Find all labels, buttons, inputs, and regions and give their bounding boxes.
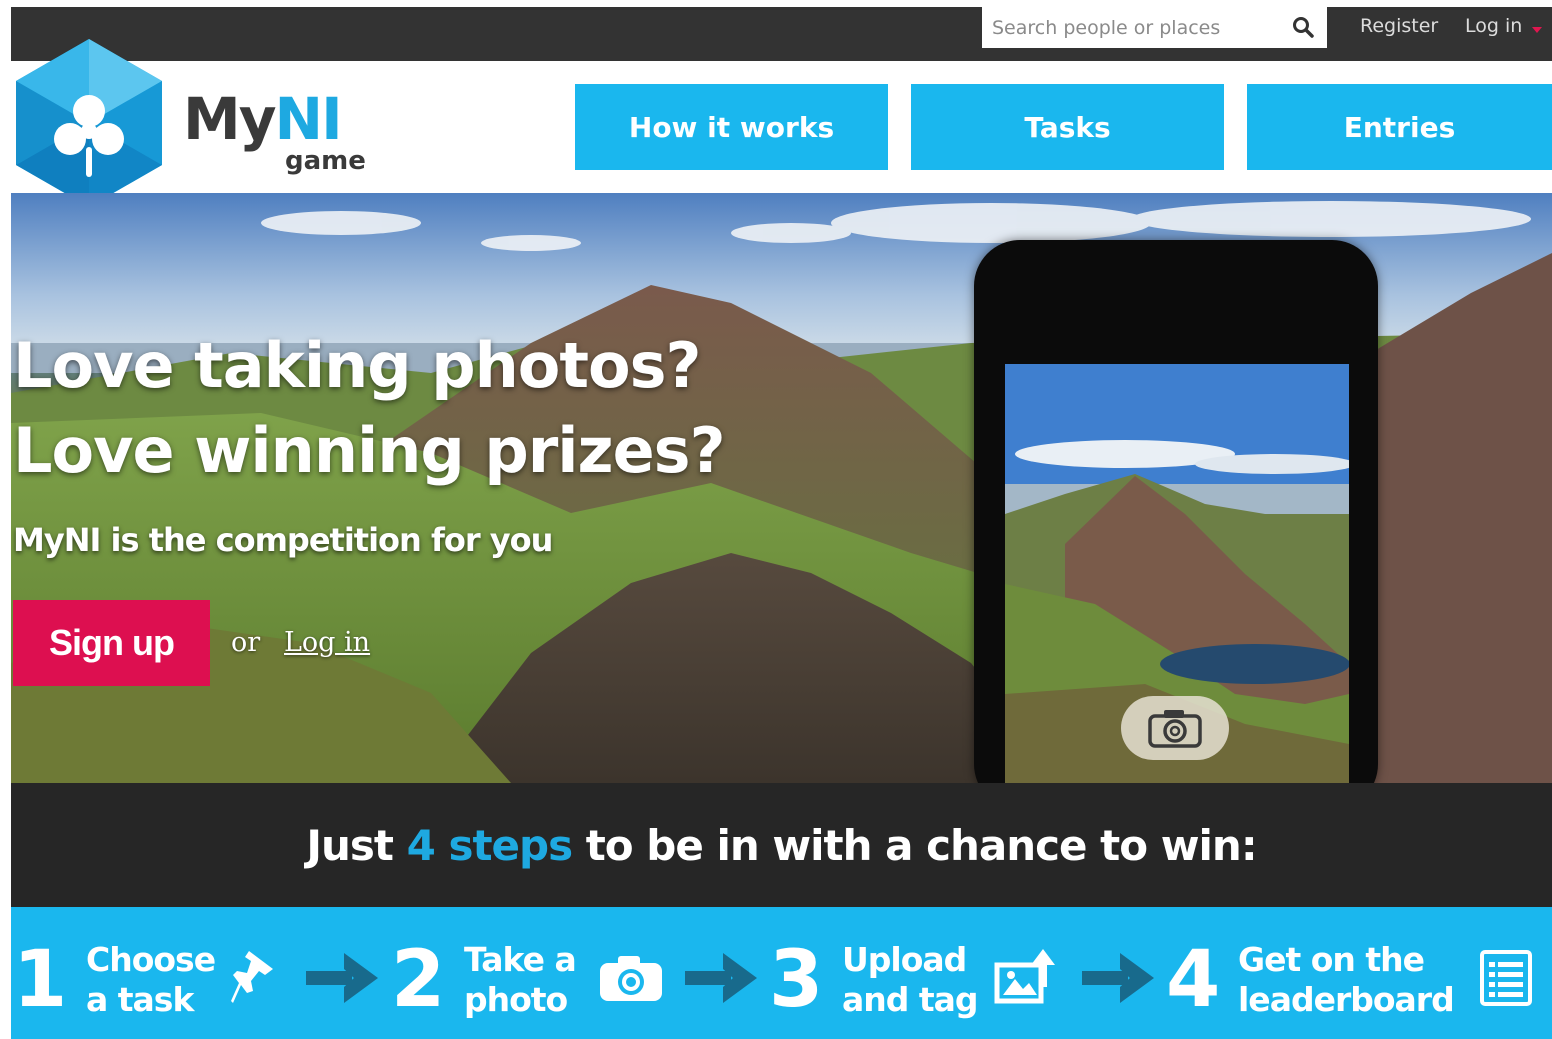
step-arrow-1-icon bbox=[306, 953, 378, 1003]
step-2-line2: photo bbox=[464, 980, 568, 1019]
login-link[interactable]: Log in bbox=[1465, 15, 1522, 37]
hero-heading-line2: Love winning prizes? bbox=[13, 414, 726, 487]
shutter-button[interactable] bbox=[1121, 696, 1229, 760]
step-3-text: Upload and tag bbox=[842, 940, 979, 1020]
brand-my: My bbox=[183, 85, 277, 153]
step-4-text: Get on the leaderboard bbox=[1238, 940, 1455, 1020]
top-bar: Register Log in bbox=[11, 7, 1552, 61]
shutter-camera-icon bbox=[1148, 710, 1202, 748]
hero-tagline: MyNI is the competition for you bbox=[13, 521, 553, 559]
steps-heading-bar: Just 4 steps to be in with a chance to w… bbox=[11, 783, 1552, 907]
login-dropdown-caret-icon[interactable] bbox=[1532, 27, 1542, 33]
phone-screen-photo bbox=[1005, 364, 1349, 783]
steps-heading-after: to be in with a chance to win: bbox=[572, 820, 1258, 870]
steps-heading-highlight: 4 steps bbox=[406, 820, 573, 870]
myni-logo-icon[interactable] bbox=[14, 37, 164, 209]
step-2-number: 2 bbox=[391, 935, 446, 1025]
steps-heading: Just 4 steps to be in with a chance to w… bbox=[306, 820, 1258, 870]
signup-button[interactable]: Sign up bbox=[13, 600, 210, 686]
step-3-number: 3 bbox=[769, 935, 824, 1025]
pushpin-icon bbox=[231, 951, 273, 1003]
step-1-line2: a task bbox=[86, 980, 194, 1019]
step-1-text: Choose a task bbox=[86, 940, 216, 1020]
step-arrow-3-icon bbox=[1082, 953, 1154, 1003]
nav-tasks[interactable]: Tasks bbox=[911, 84, 1224, 170]
nav-entries[interactable]: Entries bbox=[1247, 84, 1552, 170]
step-arrow-2-icon bbox=[685, 953, 757, 1003]
page: Register Log in MyNI game How it works T… bbox=[11, 7, 1552, 1039]
step-1-line1: Choose bbox=[86, 940, 216, 979]
nav-how-it-works[interactable]: How it works bbox=[575, 84, 888, 170]
list-icon bbox=[1480, 950, 1532, 1006]
steps-strip: 1 Choose a task 2 Take a photo 3 Upload … bbox=[11, 907, 1552, 1039]
phone-mockup bbox=[974, 240, 1378, 783]
hero-login-link[interactable]: Log in bbox=[284, 627, 370, 658]
step-4-line1: Get on the bbox=[1238, 940, 1425, 979]
step-4-number: 4 bbox=[1166, 935, 1221, 1025]
register-link[interactable]: Register bbox=[1360, 15, 1438, 37]
brand-ni: NI bbox=[274, 85, 343, 153]
brand-sub: game bbox=[285, 146, 366, 176]
steps-heading-before: Just bbox=[306, 820, 407, 870]
hero-heading-line1: Love taking photos? bbox=[13, 329, 701, 402]
camera-icon bbox=[600, 956, 662, 1001]
step-2-line1: Take a bbox=[464, 940, 577, 979]
or-text: or bbox=[231, 627, 261, 658]
search-icon[interactable] bbox=[1291, 15, 1315, 39]
step-1-number: 1 bbox=[13, 935, 68, 1025]
search-box bbox=[982, 7, 1327, 48]
step-3-line2: and tag bbox=[842, 980, 979, 1019]
hero-banner: Love taking photos? Love winning prizes?… bbox=[11, 193, 1552, 783]
search-input[interactable] bbox=[982, 7, 1282, 48]
step-4-line2: leaderboard bbox=[1238, 980, 1455, 1019]
step-2-text: Take a photo bbox=[464, 940, 577, 1020]
upload-image-icon bbox=[994, 949, 1055, 1004]
brand-wordmark: MyNI bbox=[183, 85, 343, 153]
step-3-line1: Upload bbox=[842, 940, 967, 979]
